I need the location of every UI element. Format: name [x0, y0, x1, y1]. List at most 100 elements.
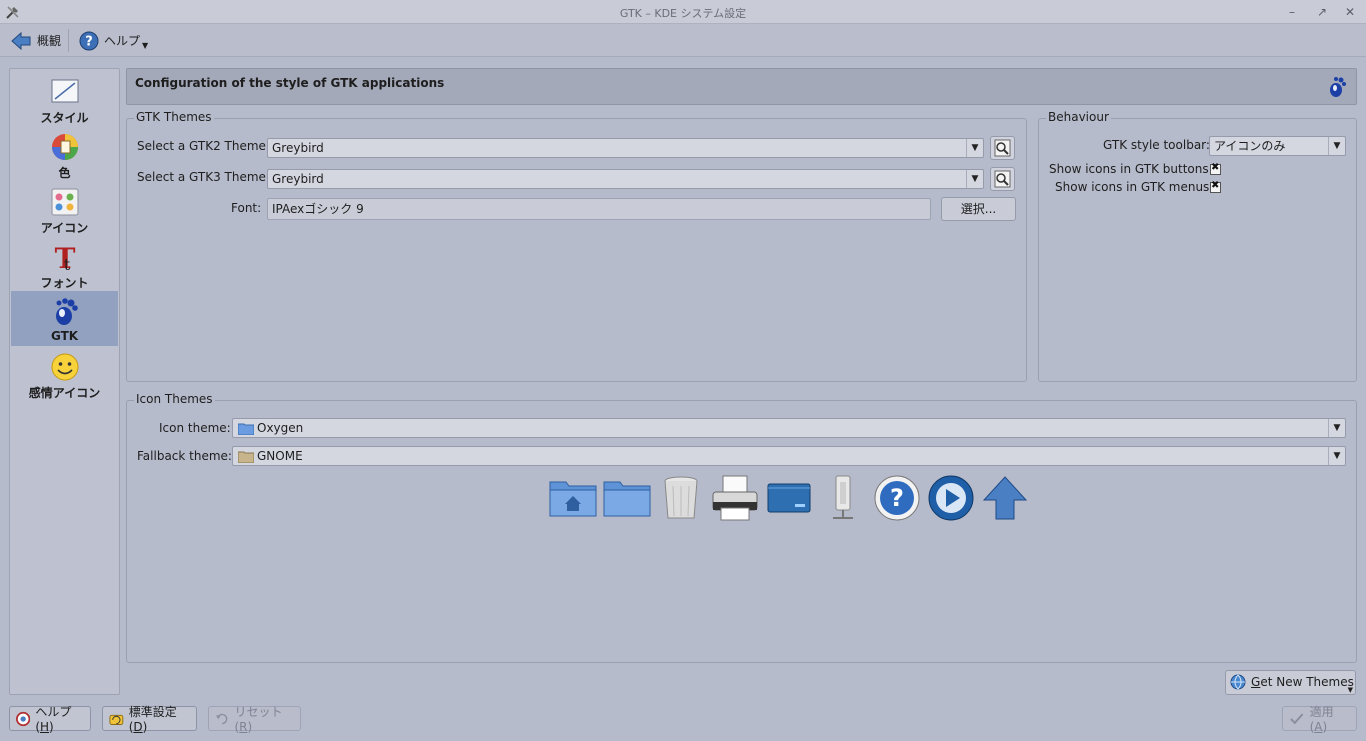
sidebar-item-label: フォント: [40, 276, 89, 290]
folder-icon: [603, 481, 651, 517]
gtk3-theme-value: Greybird: [272, 172, 324, 186]
font-field[interactable]: IPAexゴシック 9: [267, 198, 931, 220]
font-icon: T t: [55, 242, 76, 272]
sidebar-item-colors[interactable]: 色: [11, 126, 118, 181]
usb-drive-icon: [833, 475, 853, 519]
minimize-button[interactable]: –: [1283, 3, 1301, 21]
back-arrow-icon: [11, 31, 31, 50]
sidebar-item-label: アイコン: [40, 221, 89, 235]
dropdown-indicator-icon: ▼: [142, 41, 149, 50]
chevron-down-icon: ▼: [1328, 137, 1345, 155]
trash-icon: [664, 476, 698, 519]
gtk2-theme-combo[interactable]: Greybird ▼: [267, 138, 984, 158]
fallback-theme-combo[interactable]: GNOME ▼: [232, 446, 1346, 466]
help-button-paren: ): [49, 720, 54, 734]
get-new-themes-button[interactable]: Get New Themes ▼: [1225, 670, 1356, 695]
magnifier-icon: [994, 170, 1011, 188]
behaviour-group: Behaviour: [1038, 110, 1357, 382]
dropdown-indicator-icon: ▼: [1347, 686, 1353, 694]
gtk-foot-icon: [56, 298, 78, 325]
gtk2-theme-label: Select a GTK2 Theme:: [137, 139, 270, 153]
chevron-down-icon: ▼: [966, 170, 983, 188]
help-menu-button[interactable]: ? ヘルプ ▼: [75, 28, 152, 53]
help-button[interactable]: ヘルプ(H): [9, 705, 91, 734]
buttons-icons-label: Show icons in GTK buttons:: [1049, 162, 1213, 176]
magnifier-icon: [994, 139, 1011, 157]
font-select-button[interactable]: 選択...: [941, 197, 1016, 221]
toolbar-style-value: アイコンのみ: [1214, 139, 1286, 153]
get-new-themes-mnemonic: G: [1251, 675, 1261, 689]
sidebar-item-gtk[interactable]: GTK: [11, 291, 118, 346]
title-bar: GTK – KDE システム設定 – ↗ ✕: [0, 0, 1366, 24]
toolbar-style-combo[interactable]: アイコンのみ ▼: [1209, 136, 1346, 156]
defaults-button-paren: ): [142, 720, 148, 734]
group-title: Icon Themes: [134, 392, 215, 406]
sidebar-item-label: GTK: [50, 329, 79, 343]
color-palette-icon: [52, 134, 78, 160]
undo-icon: [215, 713, 228, 724]
help-icon: ?: [79, 31, 99, 50]
gtk3-theme-combo[interactable]: Greybird ▼: [267, 169, 984, 189]
chevron-down-icon: ▼: [1328, 419, 1345, 437]
style-icon: [51, 79, 79, 103]
checkmark-icon: [1290, 712, 1304, 724]
icon-theme-combo[interactable]: Oxygen ▼: [232, 418, 1346, 438]
sidebar-item-label: 色: [58, 166, 71, 180]
sidebar-item-label: 感情アイコン: [28, 386, 101, 400]
reset-button[interactable]: リセット(R): [208, 705, 301, 734]
font-label: Font:: [231, 201, 262, 215]
icons-icon: [51, 188, 79, 216]
menus-icons-label: Show icons in GTK menus:: [1055, 180, 1214, 194]
go-up-arrow-icon: [982, 476, 1028, 520]
fallback-theme-value: GNOME: [257, 449, 303, 463]
gtk2-theme-value: Greybird: [272, 141, 324, 155]
gtk2-preview-button[interactable]: [990, 136, 1015, 160]
defaults-button[interactable]: 標準設定(D): [102, 705, 197, 734]
overview-button[interactable]: 概観: [6, 28, 65, 53]
help-icon: ?: [874, 475, 920, 521]
window-title: GTK – KDE システム設定: [619, 7, 747, 20]
maximize-button[interactable]: ↗: [1313, 3, 1331, 21]
chevron-down-icon: ▼: [966, 139, 983, 157]
close-button[interactable]: ✕: [1341, 3, 1359, 21]
page-title: Configuration of the style of GTK applic…: [135, 76, 445, 90]
folder-icon: [238, 423, 254, 435]
help-button-mnemonic: H: [40, 720, 50, 734]
sidebar-item-icons[interactable]: アイコン: [11, 181, 118, 236]
svg-text:t: t: [64, 255, 71, 272]
gtk3-preview-button[interactable]: [990, 167, 1015, 191]
toolbar-style-label: GTK style toolbar:: [1103, 138, 1210, 152]
svg-text:?: ?: [85, 34, 93, 49]
sidebar-item-emoticons[interactable]: 感情アイコン: [11, 346, 118, 401]
apply-button-paren: ): [1322, 720, 1328, 734]
sidebar-item-fonts[interactable]: T t フォント: [11, 236, 118, 291]
toolbar: 概観 ? ヘルプ ▼: [0, 24, 1366, 57]
page-header: Configuration of the style of GTK applic…: [126, 68, 1357, 105]
menus-icons-checkbox[interactable]: [1210, 180, 1221, 193]
help-label: ヘルプ: [104, 34, 141, 48]
chevron-down-icon: ▼: [1328, 447, 1345, 465]
sidebar-item-label: スタイル: [40, 111, 89, 125]
reset-button-paren: ): [247, 720, 253, 734]
restore-defaults-icon: [109, 714, 124, 725]
get-new-themes-label: et New Themes: [1260, 675, 1354, 689]
group-title: GTK Themes: [134, 110, 214, 124]
toolbar-separator: [68, 29, 69, 52]
home-folder-icon: [549, 481, 597, 517]
printer-icon: [712, 475, 758, 521]
icon-themes-group: Icon Themes: [126, 392, 1357, 663]
sidebar-item-style[interactable]: スタイル: [11, 71, 118, 126]
media-play-icon: [928, 475, 974, 521]
fallback-theme-label: Fallback theme:: [137, 449, 232, 463]
help-lifebuoy-icon: [16, 711, 31, 726]
gtk-foot-icon: [1330, 77, 1346, 97]
smiley-icon: [51, 353, 79, 381]
svg-text:?: ?: [890, 484, 904, 512]
overview-label: 概観: [37, 34, 62, 48]
sidebar: スタイル 色 アイコン T t フォント GTK 感情アイコン: [9, 68, 120, 695]
reset-button-mnemonic: R: [239, 720, 248, 734]
apply-button[interactable]: 適用(A): [1282, 705, 1357, 734]
folder-icon: [238, 451, 254, 463]
gtk3-theme-label: Select a GTK3 Theme:: [137, 170, 270, 184]
buttons-icons-checkbox[interactable]: [1210, 162, 1221, 175]
